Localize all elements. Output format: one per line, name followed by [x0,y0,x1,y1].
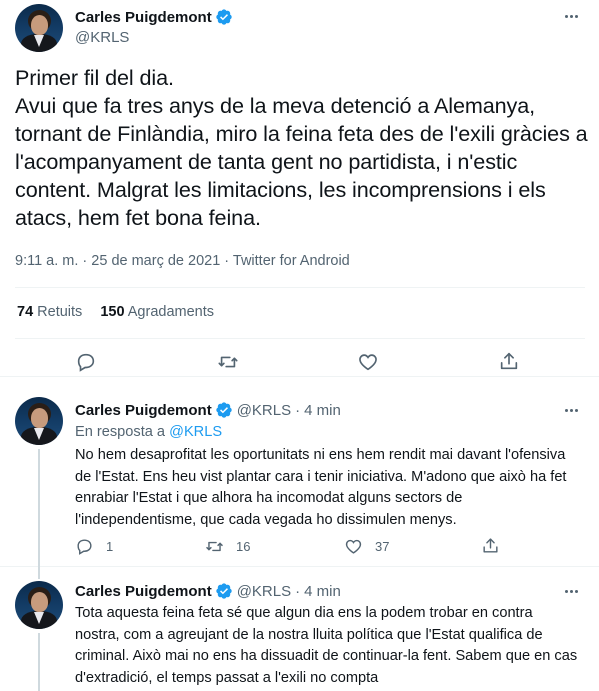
share-icon [500,352,518,370]
thread-connector [38,449,40,567]
reply-context: En resposta a @KRLS [75,424,222,440]
reply-tweet[interactable]: Carles Puigdemont @KRLS · 4 min En respo… [0,391,599,567]
tweet-text: No hem desaprofitat les oportunitats ni … [75,447,567,528]
retweet-icon [206,541,223,552]
divider [15,338,585,339]
tweet-text: Primer fil del dia. Avui que fa tres any… [15,65,588,230]
likes-stat[interactable]: 150 Agradaments [100,304,214,320]
share-button[interactable] [481,536,500,555]
heart-icon [345,539,362,554]
reply-to-handle-link[interactable]: @KRLS [169,424,222,440]
reply-to-prefix: En resposta a [75,424,166,440]
thread-connector [38,633,40,691]
likes-label: Agradaments [127,304,214,320]
more-options-icon[interactable] [560,399,582,421]
author-name[interactable]: Carles Puigdemont [75,9,212,26]
divider [15,287,585,288]
author-handle[interactable]: @KRLS [237,402,291,419]
verified-badge-icon [216,9,232,25]
author-handle[interactable]: @KRLS [237,583,291,600]
share-icon [483,538,498,553]
author-name[interactable]: Carles Puigdemont [75,402,212,419]
author-name[interactable]: Carles Puigdemont [75,583,212,600]
heart-icon [359,354,377,371]
separator-dot: · [295,582,301,600]
retweet-button[interactable]: 16 [205,537,250,556]
verified-badge-icon [216,402,232,418]
separator-dot: · [295,401,301,419]
verified-badge-icon [216,583,232,599]
retweets-stat[interactable]: 74 Retuits [17,304,82,320]
tweet-actions [0,347,599,377]
more-options-icon[interactable] [560,580,582,602]
tweet-text: Tota aquesta feina feta sé que algun dia… [75,605,578,686]
reply-count: 1 [106,539,114,554]
retweets-count: 74 [17,304,34,320]
tweet-timestamp[interactable]: 9:11 a. m. · 25 de març de 2021 · Twitte… [15,253,350,269]
reply-button[interactable] [75,351,97,373]
thread-connector [38,567,40,579]
avatar[interactable] [15,397,63,445]
avatar[interactable] [15,4,63,52]
reply-icon [77,353,95,372]
reply-tweet[interactable]: Carles Puigdemont @KRLS · 4 min Tota aqu… [0,567,599,691]
reply-icon [77,539,92,555]
retweet-count: 16 [236,539,251,554]
tweet-time[interactable]: 4 min [304,402,341,419]
retweet-button[interactable] [217,351,239,373]
main-tweet: Carles Puigdemont @KRLS Primer fil del d… [0,0,599,377]
author-handle[interactable]: @KRLS [75,29,129,46]
like-button[interactable] [357,351,379,373]
tweet-time[interactable]: 4 min [304,583,341,600]
retweets-label: Retuits [37,304,83,320]
reply-button[interactable]: 1 [75,537,113,556]
like-button[interactable]: 37 [344,537,389,556]
avatar[interactable] [15,581,63,629]
retweet-icon [218,356,238,368]
share-button[interactable] [498,350,520,372]
likes-count: 150 [100,304,125,320]
more-options-icon[interactable] [560,5,582,27]
like-count: 37 [375,539,390,554]
tweet-stats: 74 Retuits 150 Agradaments [17,304,214,320]
